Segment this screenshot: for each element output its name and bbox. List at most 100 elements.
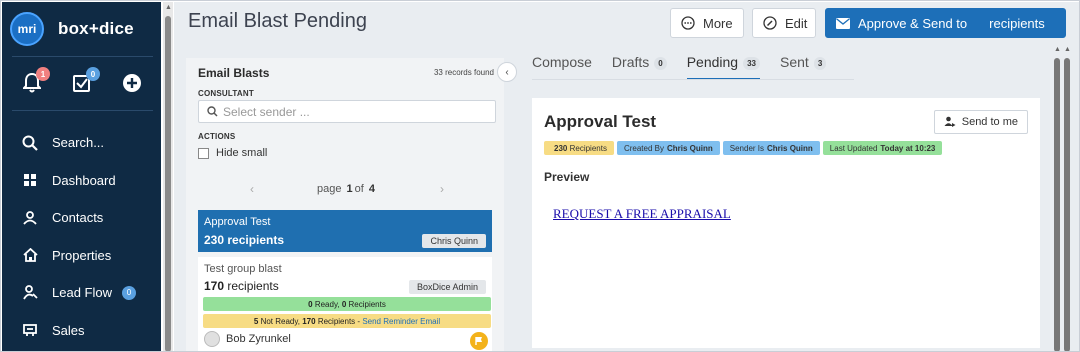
app-frame: mri box+dice 1 0 Search... Dashboard Con… [0, 0, 1080, 352]
sidebar-item-sales[interactable]: Sales [2, 312, 161, 350]
blast-name: Approval Test [204, 216, 271, 228]
scrollbar-thumb[interactable] [1064, 58, 1070, 351]
tab-pending[interactable]: Pending 33 [686, 54, 761, 80]
more-label: More [703, 15, 733, 31]
email-blast-list: Email Blasts 33 records found CONSULTANT… [186, 58, 504, 351]
sidebar-item-label: Dashboard [52, 172, 116, 188]
search-icon [20, 133, 40, 153]
sidebar-item-dashboard[interactable]: Dashboard [2, 162, 161, 200]
user-send-icon [944, 116, 956, 128]
created-by-tag: Created By Chris Quinn [616, 141, 720, 155]
main-area: Email Blast Pending More Edit Approve & … [174, 2, 1079, 351]
list-item[interactable]: Test group blast 170 recipients BoxDice … [198, 257, 492, 351]
main-scrollbar[interactable]: ▲ ▲ [1051, 46, 1075, 351]
page-prefix: page [316, 183, 342, 195]
sidebar-item-label: Properties [52, 247, 112, 263]
records-count: 33 records found [433, 68, 494, 77]
flag-icon[interactable] [470, 332, 488, 350]
sidebar-item-label: Lead Flow [52, 285, 112, 301]
lead-flow-icon [20, 283, 40, 303]
tabs-divider [532, 79, 854, 80]
sender-tag: Sender Is Chris Quinn [722, 141, 820, 155]
blast-sender: Chris Quinn [422, 234, 486, 248]
sidebar-scrollbar[interactable]: ▲ [163, 2, 173, 351]
send-reminder-link[interactable]: Send Reminder Email [362, 317, 440, 326]
preview-label: Preview [544, 170, 590, 184]
hide-small-checkbox[interactable]: Hide small [198, 147, 267, 159]
not-ready-status: 5 Not Ready, 170 Recipients - Send Remin… [203, 314, 491, 328]
blast-name: Test group blast [204, 263, 282, 275]
chevron-left-icon: ‹ [505, 66, 509, 78]
sidebar-item-label: Sales [52, 322, 85, 338]
page-title: Email Blast Pending [188, 10, 367, 32]
lead-flow-badge: 0 [121, 285, 136, 300]
scroll-up-icon[interactable]: ▲ [1054, 46, 1061, 53]
list-title: Email Blasts [198, 66, 270, 80]
send-to-me-button[interactable]: Send to me [933, 110, 1028, 134]
last-updated-tag: Last Updated Today at 10:23 [822, 141, 943, 155]
more-button[interactable]: More [670, 8, 744, 38]
edit-icon [763, 16, 777, 30]
tab-bar: Compose Drafts 0 Pending 33 Sent 3 [532, 54, 846, 80]
approve-suffix: recipients [989, 15, 1045, 31]
sidebar-item-label: Search... [52, 135, 105, 151]
tab-count: 33 [743, 57, 761, 70]
quick-actions: 1 0 [12, 67, 152, 102]
send-to-me-label: Send to me [961, 116, 1018, 128]
actions-label: ACTIONS [198, 132, 236, 141]
recipients-tag: 230 Recipients [544, 141, 614, 155]
blast-owner: Bob Zyrunkel [204, 331, 291, 347]
divider [12, 110, 153, 111]
consultant-label: CONSULTANT [198, 89, 254, 98]
sidebar-item-contacts[interactable]: Contacts [2, 199, 161, 237]
add-button[interactable] [120, 73, 144, 97]
sidebar-item-search[interactable]: Search... [2, 124, 161, 162]
pagination: ‹ page 1 of 4 › [198, 182, 496, 196]
blast-sender: BoxDice Admin [408, 280, 486, 294]
more-icon [681, 16, 695, 30]
tasks-button[interactable]: 0 [70, 67, 100, 97]
sender-placeholder: Select sender ... [223, 104, 310, 119]
notifications-button[interactable]: 1 [20, 67, 50, 97]
checkbox[interactable] [198, 147, 209, 159]
avatar [204, 331, 220, 347]
collapse-panel-button[interactable]: ‹ [497, 62, 517, 82]
detail-title: Approval Test [544, 112, 657, 131]
divider [12, 56, 153, 57]
ready-status: 0 Ready, 0 Recipients [203, 297, 491, 311]
sender-select[interactable]: Select sender ... [198, 100, 496, 123]
scroll-up-icon[interactable]: ▲ [165, 4, 172, 11]
owner-name: Bob Zyrunkel [226, 333, 291, 345]
sidebar-item-label: Contacts [52, 210, 104, 226]
appraisal-link[interactable]: REQUEST A FREE APPRAISAL [553, 206, 731, 222]
person-icon [20, 208, 40, 228]
tab-count: 3 [813, 57, 827, 70]
tasks-badge: 0 [86, 67, 100, 81]
sidebar-item-lead-flow[interactable]: Lead Flow 0 [2, 274, 161, 312]
brand-name: box+dice [58, 19, 134, 38]
sidebar-item-properties[interactable]: Properties [2, 237, 161, 275]
page-current: 1 [346, 183, 353, 195]
tab-sent[interactable]: Sent 3 [780, 54, 827, 80]
prev-page-icon[interactable]: ‹ [250, 182, 254, 196]
edit-label: Edit [785, 15, 808, 31]
edit-button[interactable]: Edit [752, 8, 816, 38]
brand-logo: mri [10, 12, 44, 46]
sidebar-nav: Search... Dashboard Contacts Properties … [2, 124, 161, 349]
house-icon [20, 245, 40, 265]
hide-small-label: Hide small [216, 147, 268, 159]
brand[interactable]: mri box+dice [10, 12, 134, 46]
blast-recipients: 230 recipients [204, 233, 285, 247]
next-page-icon[interactable]: › [440, 182, 444, 196]
scroll-up-icon[interactable]: ▲ [1064, 46, 1071, 53]
scrollbar-thumb[interactable] [1054, 58, 1060, 351]
tab-drafts[interactable]: Drafts 0 [612, 54, 667, 80]
sidebar: mri box+dice 1 0 Search... Dashboard Con… [2, 2, 161, 351]
approve-send-button[interactable]: Approve & Send to recipients [825, 8, 1066, 38]
tab-compose[interactable]: Compose [532, 54, 592, 80]
page-of: of [354, 183, 364, 195]
dashboard-icon [20, 170, 40, 190]
scrollbar-thumb[interactable] [165, 16, 171, 351]
plus-circle-icon [122, 73, 142, 98]
list-item[interactable]: Approval Test 230 recipients Chris Quinn [198, 210, 492, 252]
